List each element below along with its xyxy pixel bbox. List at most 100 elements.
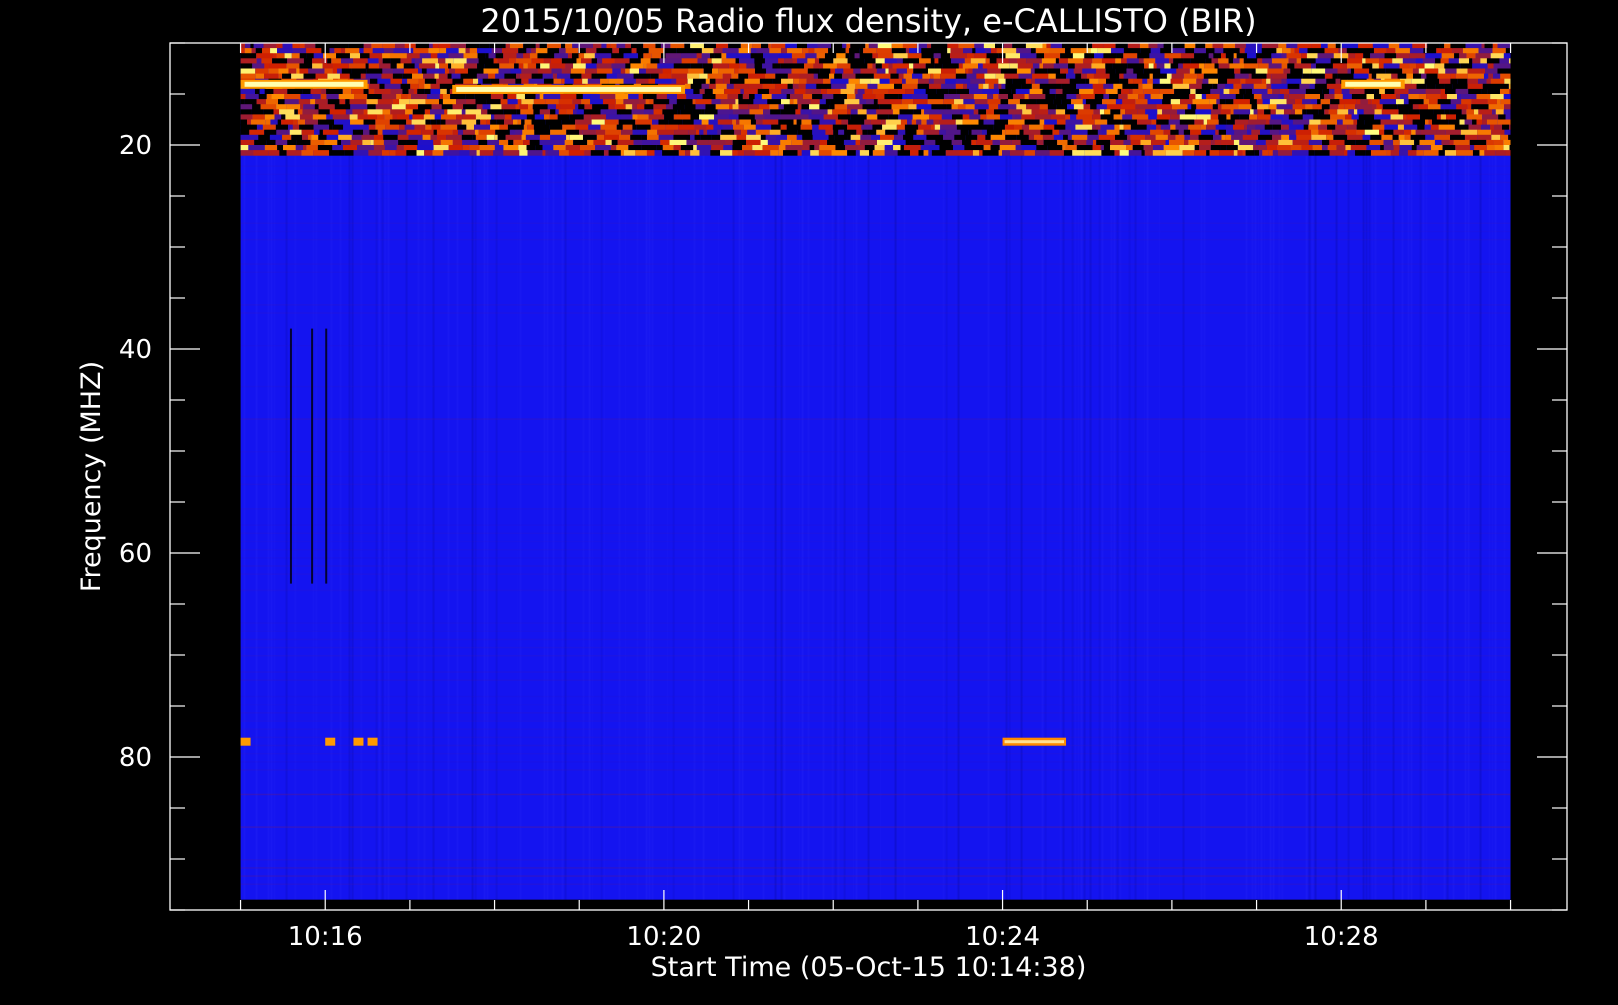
rfi-cell bbox=[1183, 73, 1198, 80]
rfi-cell bbox=[974, 104, 989, 110]
rfi-cell bbox=[1168, 119, 1180, 126]
rfi-cell bbox=[1139, 43, 1149, 49]
rfi-cell bbox=[436, 134, 447, 141]
rfi-cell bbox=[438, 73, 448, 80]
rfi-cell bbox=[1303, 124, 1309, 131]
rfi-cell bbox=[1445, 129, 1461, 136]
rfi-cell bbox=[1202, 78, 1209, 85]
rfi-cell bbox=[1318, 129, 1333, 136]
rfi-cell bbox=[1379, 58, 1393, 64]
rfi-cell bbox=[1358, 43, 1373, 49]
rfi-cell bbox=[240, 99, 245, 105]
rfi-cell bbox=[864, 119, 871, 126]
rfi-cell bbox=[714, 114, 730, 120]
rfi-cell bbox=[240, 109, 252, 115]
rfi-cell bbox=[463, 104, 477, 110]
rfi-cell bbox=[1021, 124, 1030, 131]
rfi-cell bbox=[523, 114, 527, 120]
rfi-cell bbox=[1155, 58, 1169, 64]
rfi-cell bbox=[550, 109, 556, 115]
rfi-cell bbox=[1026, 58, 1042, 64]
rfi-cell bbox=[999, 88, 1012, 95]
rfi-cell bbox=[847, 104, 863, 110]
rfi-cell bbox=[1103, 83, 1110, 90]
rfi-cell bbox=[908, 104, 917, 110]
rfi-cell bbox=[738, 114, 755, 120]
rfi-cell bbox=[768, 43, 772, 49]
rfi-cell bbox=[611, 139, 618, 146]
y-tick-label: 40 bbox=[119, 335, 152, 365]
heatmap-striation bbox=[831, 43, 834, 900]
rfi-cell bbox=[1311, 43, 1322, 49]
rfi-cell bbox=[945, 129, 961, 136]
rfi-cell bbox=[1247, 124, 1256, 131]
rfi-cell bbox=[1439, 43, 1445, 49]
rfi-cell bbox=[1492, 48, 1506, 54]
rfi-cell bbox=[1297, 43, 1312, 49]
rfi-cell bbox=[715, 94, 728, 100]
rfi-cell bbox=[519, 150, 528, 156]
rfi-cell bbox=[542, 145, 554, 151]
rfi-cell bbox=[1196, 78, 1203, 85]
rfi-cell bbox=[1162, 109, 1178, 115]
rfi-cell bbox=[1384, 124, 1398, 131]
rfi-cell bbox=[1114, 150, 1120, 156]
rfi-cell bbox=[1362, 58, 1366, 64]
rfi-cell bbox=[1214, 48, 1224, 54]
rfi-cell bbox=[306, 145, 318, 151]
rfi-cell bbox=[864, 58, 876, 64]
rfi-cell bbox=[1476, 119, 1483, 126]
rfi-cell bbox=[399, 99, 410, 105]
rfi-cell bbox=[488, 73, 496, 80]
rfi-cell bbox=[953, 145, 965, 151]
rfi-cell bbox=[446, 48, 459, 54]
rfi-cell bbox=[419, 53, 431, 59]
heatmap-striation bbox=[447, 43, 450, 900]
rfi-cell bbox=[1461, 109, 1467, 115]
rfi-cell bbox=[1099, 109, 1105, 115]
rfi-cell bbox=[1390, 114, 1404, 120]
rfi-cell bbox=[1071, 99, 1083, 105]
rfi-cell bbox=[1342, 63, 1347, 69]
rfi-cell bbox=[550, 134, 567, 141]
rfi-cell bbox=[1230, 114, 1240, 120]
rfi-cell bbox=[1153, 145, 1164, 151]
heatmap-striation bbox=[783, 43, 786, 900]
rfi-cell bbox=[1482, 114, 1499, 120]
rfi-cell bbox=[329, 124, 333, 131]
rfi-cell bbox=[1123, 124, 1131, 131]
rfi-cell bbox=[1226, 119, 1235, 126]
rfi-cell bbox=[1067, 139, 1074, 146]
rfi-cell bbox=[939, 119, 956, 126]
heatmap-striation bbox=[561, 43, 564, 900]
rfi-cell bbox=[933, 78, 946, 85]
rfi-cell bbox=[701, 109, 705, 115]
heatmap-striation bbox=[618, 43, 621, 900]
rfi-cell bbox=[1477, 129, 1492, 136]
rfi-cell bbox=[1332, 73, 1338, 80]
heatmap-striation bbox=[774, 43, 777, 900]
rfi-cell bbox=[1136, 73, 1150, 80]
rfi-cell bbox=[850, 134, 861, 141]
rfi-cell bbox=[1312, 145, 1323, 151]
rfi-cell bbox=[767, 139, 781, 146]
rfi-cell bbox=[1233, 83, 1242, 90]
rfi-cell bbox=[912, 114, 930, 120]
rfi-cell bbox=[936, 88, 949, 95]
rfi-cell bbox=[1055, 73, 1067, 80]
rfi-cell bbox=[1325, 68, 1338, 75]
rfi-cell bbox=[1235, 94, 1244, 100]
rfi-cell bbox=[527, 124, 534, 131]
rfi-cell bbox=[814, 58, 820, 64]
rfi-cell bbox=[860, 134, 872, 141]
heatmap-striation bbox=[1089, 43, 1092, 900]
rfi-cell bbox=[1418, 104, 1428, 110]
rfi-cell bbox=[1448, 58, 1459, 64]
rfi-cell bbox=[974, 43, 984, 49]
rfi-cell bbox=[1170, 63, 1179, 69]
rfi-cell bbox=[1244, 48, 1262, 54]
rfi-cell bbox=[477, 53, 486, 59]
rfi-cell bbox=[939, 145, 954, 151]
rfi-cell bbox=[985, 48, 991, 54]
rfi-cell bbox=[1351, 114, 1359, 120]
